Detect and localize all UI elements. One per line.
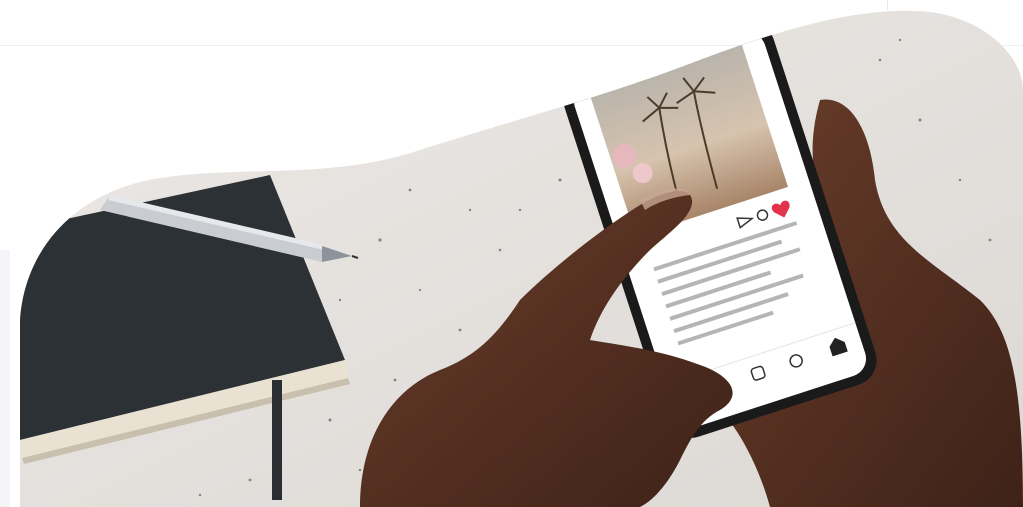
hero-photo [20,10,1023,507]
hero-image [20,10,1023,507]
bookmark-ribbon [272,380,282,500]
page [0,0,1023,507]
